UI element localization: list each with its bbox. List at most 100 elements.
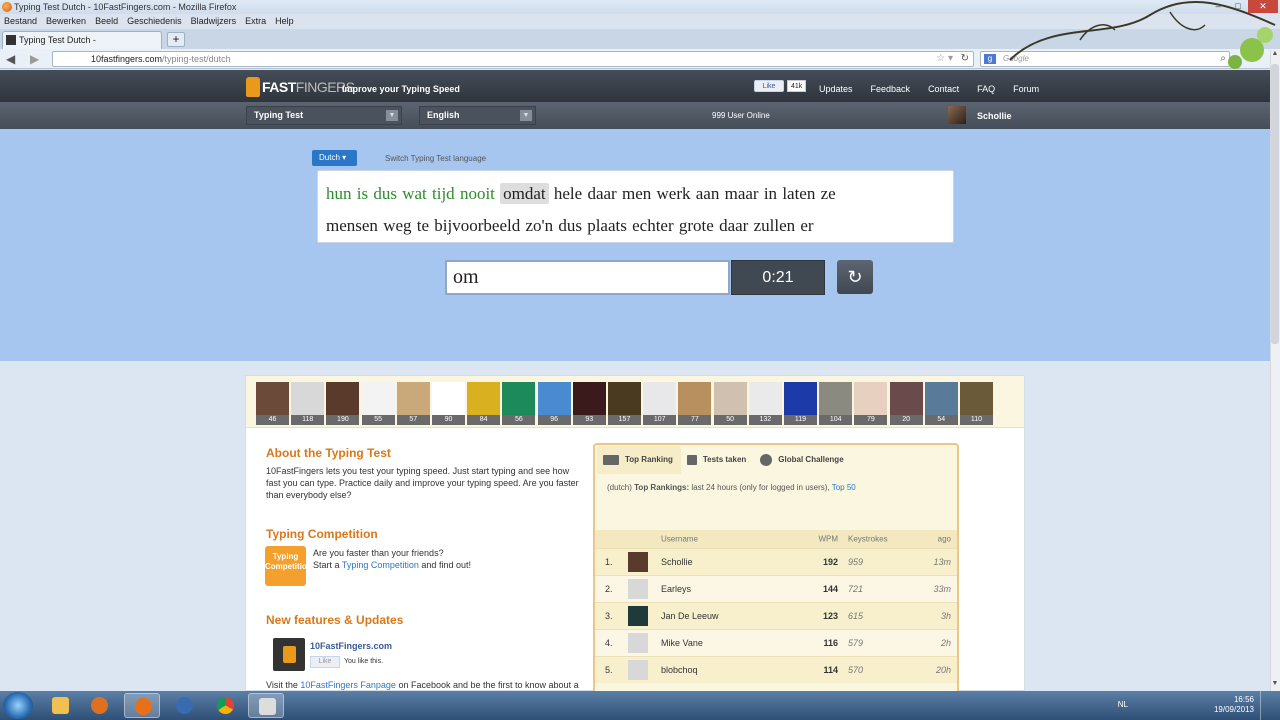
- scroll-up-icon[interactable]: ▲: [1270, 50, 1280, 62]
- avatar-thumb[interactable]: 50: [713, 382, 747, 427]
- facebook-like-button[interactable]: Like: [754, 80, 784, 92]
- word: te: [416, 216, 430, 235]
- language-indicator[interactable]: NL: [1118, 700, 1128, 709]
- table-row[interactable]: 5. blobchoq 114 570 20h: [595, 656, 957, 683]
- avatar-thumb[interactable]: 104: [819, 382, 853, 427]
- avatar-thumb[interactable]: 46: [256, 382, 289, 427]
- avatar-thumb[interactable]: 77: [678, 382, 712, 427]
- site-logo[interactable]: FASTFINGERS: [246, 76, 355, 98]
- competition-link[interactable]: Typing Competition: [342, 560, 419, 570]
- menu-bestand[interactable]: Bestand: [4, 14, 37, 29]
- avatar-thumb[interactable]: 107: [643, 382, 677, 427]
- tab-global-challenge[interactable]: Global Challenge: [754, 446, 851, 474]
- competition-post: and find out!: [421, 560, 471, 570]
- search-icon[interactable]: ⌕: [1220, 52, 1226, 66]
- avatar-thumb[interactable]: 79: [854, 382, 888, 427]
- avatar-thumb[interactable]: 96: [537, 382, 571, 427]
- start-button[interactable]: [3, 692, 33, 719]
- tab-tests-taken[interactable]: Tests taken: [681, 446, 754, 474]
- avatar-thumb[interactable]: 55: [361, 382, 395, 427]
- taskbar-explorer[interactable]: [42, 693, 78, 718]
- menu-bladwijzers[interactable]: Bladwijzers: [191, 14, 237, 29]
- scroll-thumb[interactable]: [1271, 64, 1279, 344]
- avatar-thumb[interactable]: 57: [396, 382, 430, 427]
- chevron-down-icon: ▼: [520, 110, 532, 121]
- nav-faq[interactable]: FAQ: [977, 84, 995, 94]
- avatar-thumb[interactable]: 90: [432, 382, 465, 427]
- nav-forum[interactable]: Forum: [1013, 84, 1039, 94]
- show-desktop-button[interactable]: [1260, 691, 1268, 720]
- avatar-image: [924, 382, 958, 415]
- menu-bewerken[interactable]: Bewerken: [46, 14, 86, 29]
- rank-username[interactable]: Earleys: [661, 584, 691, 594]
- restart-button[interactable]: ↻: [837, 260, 873, 294]
- browser-tab[interactable]: Typing Test Dutch - 10FastFingers.com: [2, 31, 162, 61]
- taskbar-thunderbird[interactable]: [166, 693, 202, 718]
- fanpage-link[interactable]: 10FastFingers Fanpage: [300, 680, 396, 690]
- menu-beeld[interactable]: Beeld: [95, 14, 118, 29]
- avatar-image: [960, 382, 993, 415]
- top-50-link[interactable]: Top 50: [832, 483, 856, 492]
- rank-username[interactable]: blobchoq: [661, 665, 698, 675]
- test-type-select[interactable]: Typing Test ▼: [246, 106, 402, 125]
- taskbar-firefox[interactable]: [124, 693, 160, 718]
- search-bar[interactable]: g Google ⌕: [980, 51, 1230, 67]
- nav-contact[interactable]: Contact: [928, 84, 959, 94]
- avatar-thumb[interactable]: 56: [502, 382, 536, 427]
- avatar-thumb[interactable]: 119: [784, 382, 817, 427]
- rank-avatar[interactable]: [628, 660, 648, 680]
- nav-updates[interactable]: Updates: [819, 84, 853, 94]
- rank-avatar[interactable]: [628, 606, 648, 626]
- menu-extra[interactable]: Extra: [245, 14, 266, 29]
- google-icon[interactable]: g: [984, 54, 996, 64]
- new-tab-button[interactable]: +: [167, 32, 185, 47]
- rank-avatar[interactable]: [628, 552, 648, 572]
- avatar-thumb[interactable]: 118: [291, 382, 325, 427]
- avatar-thumb[interactable]: 20: [889, 382, 923, 427]
- taskbar-app[interactable]: [248, 693, 284, 718]
- rank-username[interactable]: Jan De Leeuw: [661, 611, 719, 621]
- clock[interactable]: 16:56 19/09/2013: [1214, 695, 1254, 715]
- avatar-thumb[interactable]: 84: [467, 382, 501, 427]
- rank-avatar[interactable]: [628, 633, 648, 653]
- nav-feedback[interactable]: Feedback: [871, 84, 911, 94]
- forward-icon[interactable]: ▶: [30, 52, 39, 66]
- rank-username[interactable]: Mike Vane: [661, 638, 703, 648]
- table-row[interactable]: 2. Earleys 144 721 33m: [595, 575, 957, 602]
- minimize-button[interactable]: –: [1208, 0, 1228, 13]
- fanpage-like-button[interactable]: Like: [310, 656, 340, 668]
- user-name[interactable]: Schollie: [977, 111, 1012, 121]
- bookmark-star-icon[interactable]: ☆ ▾: [936, 52, 953, 66]
- back-icon[interactable]: ◀: [6, 52, 15, 66]
- fanpage-logo[interactable]: [273, 638, 305, 671]
- typing-competition-icon[interactable]: Typing Competition: [265, 546, 312, 586]
- avatar-thumb[interactable]: 54: [924, 382, 958, 427]
- user-avatar[interactable]: [948, 106, 966, 124]
- url-bar[interactable]: 10fastfingers.com/typing-test/dutch ☆ ▾ …: [52, 51, 974, 67]
- rank-avatar[interactable]: [628, 579, 648, 599]
- taskbar-chrome[interactable]: [207, 693, 243, 718]
- avatar-thumb[interactable]: 157: [608, 382, 641, 427]
- avatar-thumb[interactable]: 190: [326, 382, 360, 427]
- table-row[interactable]: 3. Jan De Leeuw 123 615 3h: [595, 602, 957, 629]
- taskbar-media-player[interactable]: [81, 693, 117, 718]
- test-language-button[interactable]: Dutch ▾: [312, 150, 357, 166]
- menu-help[interactable]: Help: [275, 14, 294, 29]
- ui-language-select[interactable]: English ▼: [419, 106, 536, 125]
- avatar-count: 90: [432, 415, 465, 425]
- avatar-thumb[interactable]: 110: [960, 382, 993, 427]
- tab-top-ranking[interactable]: Top Ranking: [597, 446, 681, 474]
- table-row[interactable]: 1. Schollie 192 959 13m: [595, 548, 957, 575]
- close-button[interactable]: ✕: [1248, 0, 1278, 13]
- avatar-thumb[interactable]: 132: [748, 382, 782, 427]
- avatar-thumb[interactable]: 93: [572, 382, 606, 427]
- reload-icon[interactable]: ↻: [961, 52, 969, 66]
- rank-username[interactable]: Schollie: [661, 557, 693, 567]
- typing-input[interactable]: om: [445, 260, 730, 295]
- maximize-button[interactable]: □: [1228, 0, 1248, 13]
- typing-area: [0, 129, 1270, 361]
- table-row[interactable]: 4. Mike Vane 116 579 2h: [595, 629, 957, 656]
- fanpage-name[interactable]: 10FastFingers.com: [310, 641, 392, 651]
- menu-geschiedenis[interactable]: Geschiedenis: [127, 14, 182, 29]
- clock-time: 16:56: [1233, 695, 1254, 704]
